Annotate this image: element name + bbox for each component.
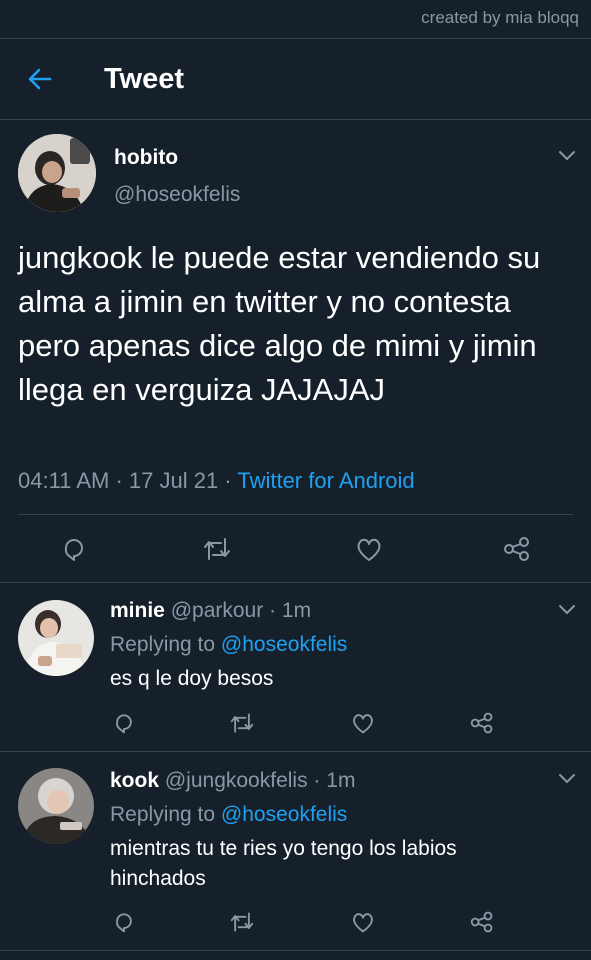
reply-text: mientras tu te ries yo tengo los labios …	[110, 837, 457, 890]
tweet-display-name[interactable]: hobito	[114, 146, 178, 170]
retweet-icon[interactable]	[229, 711, 255, 735]
replying-to: Replying to @hoseokfelis	[110, 803, 347, 827]
retweet-icon[interactable]	[202, 535, 232, 563]
tweet-meta: 04:11 AM · 17 Jul 21 · Twitter for Andro…	[18, 468, 415, 493]
share-icon[interactable]	[469, 711, 495, 735]
avatar[interactable]	[18, 768, 94, 844]
reply-text: es q le doy besos	[110, 667, 274, 690]
replying-to-link[interactable]: @hoseokfelis	[221, 633, 347, 656]
replying-to-link[interactable]: @hoseokfelis	[221, 803, 347, 826]
back-arrow-icon[interactable]	[26, 65, 54, 93]
reply-header: minie @parkour · 1m	[110, 599, 312, 622]
replying-to: Replying to @hoseokfelis	[110, 633, 347, 657]
reply-display-name[interactable]: minie	[110, 599, 165, 622]
avatar-image	[18, 134, 96, 212]
chevron-down-icon[interactable]	[558, 604, 576, 616]
page-title: Tweet	[104, 63, 185, 95]
share-icon[interactable]	[502, 535, 532, 563]
top-bar: Tweet	[0, 38, 591, 120]
avatar-image	[18, 768, 94, 844]
divider	[0, 950, 591, 951]
reply-handle[interactable]: @parkour	[171, 599, 264, 622]
reply-display-name[interactable]: kook	[110, 769, 159, 792]
reply-icon[interactable]	[112, 711, 136, 735]
avatar[interactable]	[18, 600, 94, 676]
tweet-time: 04:11 AM	[18, 468, 110, 493]
replying-label: Replying to	[110, 803, 216, 826]
tweet-text: jungkook le puede estar vendiendo su alm…	[18, 240, 541, 407]
reply-handle[interactable]: @jungkookfelis	[165, 769, 308, 792]
avatar-image	[18, 600, 94, 676]
share-icon[interactable]	[469, 910, 495, 934]
like-icon[interactable]	[354, 535, 384, 563]
like-icon[interactable]	[350, 910, 376, 934]
watermark: created by mia bloqq	[421, 8, 579, 27]
retweet-icon[interactable]	[229, 910, 255, 934]
tweet-source-link[interactable]: Twitter for Android	[237, 468, 414, 493]
tweet-handle[interactable]: @hoseokfelis	[114, 183, 240, 207]
divider	[18, 514, 573, 515]
reply-age: 1m	[326, 769, 356, 792]
like-icon[interactable]	[350, 711, 376, 735]
tweet-date: 17 Jul 21	[128, 468, 219, 493]
reply-icon[interactable]	[60, 535, 88, 563]
replying-label: Replying to	[110, 633, 216, 656]
chevron-down-icon[interactable]	[558, 773, 576, 785]
divider	[0, 582, 591, 583]
avatar[interactable]	[18, 134, 96, 212]
divider	[0, 751, 591, 752]
chevron-down-icon[interactable]	[558, 150, 576, 162]
reply-icon[interactable]	[112, 910, 136, 934]
reply-header: kook @jungkookfelis · 1m	[110, 769, 356, 792]
reply-age: 1m	[281, 599, 312, 622]
